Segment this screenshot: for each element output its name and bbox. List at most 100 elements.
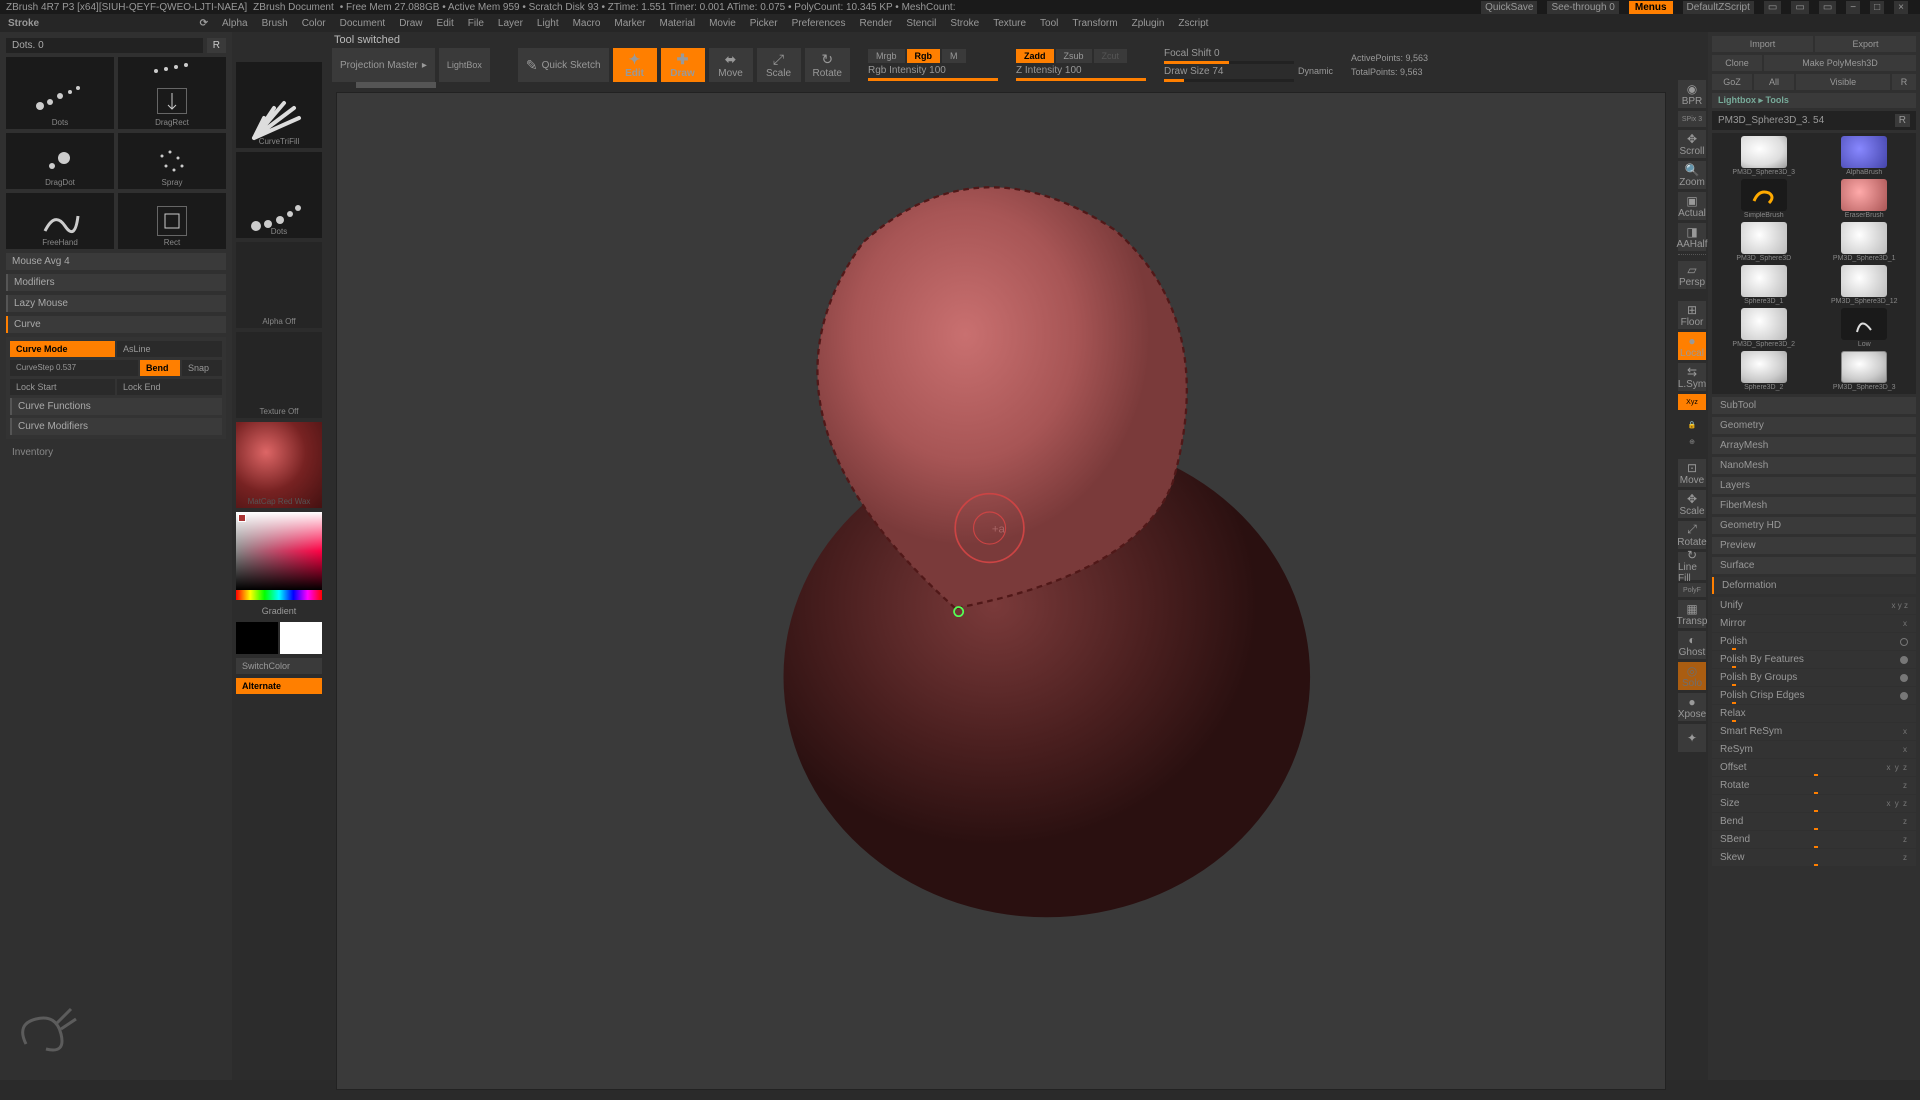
scale-button[interactable]: ⤢Scale xyxy=(757,48,801,82)
snap-button[interactable]: Snap xyxy=(182,360,222,376)
dynamic-label[interactable]: Dynamic xyxy=(1298,66,1333,76)
actual-button[interactable]: ▣Actual xyxy=(1678,192,1706,220)
menu-item[interactable]: Zscript xyxy=(1178,18,1208,29)
solo-button[interactable]: ●Xpose xyxy=(1678,693,1706,721)
deform-polish-crisp[interactable]: Polish Crisp Edges xyxy=(1712,687,1916,704)
goz-visible-button[interactable]: Visible xyxy=(1796,74,1890,90)
menu-item[interactable]: Alpha xyxy=(222,18,248,29)
stroke-dots[interactable]: Dots xyxy=(6,57,114,129)
menu-item[interactable]: Stroke xyxy=(950,18,979,29)
preview-section[interactable]: Preview xyxy=(1712,537,1916,554)
stroke-dragrect[interactable]: DragRect xyxy=(118,57,226,129)
tool-item[interactable]: PM3D_Sphere3D_1 xyxy=(1816,222,1914,262)
deform-size[interactable]: Sizex y z xyxy=(1712,795,1916,812)
brush-preview[interactable]: CurveTriFill xyxy=(236,62,322,148)
menu-item[interactable]: Texture xyxy=(993,18,1026,29)
aahalf-button[interactable]: ◨AAHalf xyxy=(1678,223,1706,251)
deform-rotate[interactable]: Rotatez xyxy=(1712,777,1916,794)
zoom-button[interactable]: 🔍Zoom xyxy=(1678,161,1706,189)
import-button[interactable]: Import xyxy=(1712,36,1813,52)
rgb-intensity-slider[interactable]: Rgb Intensity 100 xyxy=(868,65,998,81)
stroke-rect[interactable]: Rect xyxy=(118,193,226,249)
spix-slider[interactable]: SPix 3 xyxy=(1678,111,1706,127)
linefill-button[interactable]: PolyF xyxy=(1678,583,1706,597)
frame-button[interactable]: ⊡Move xyxy=(1678,459,1706,487)
menu-item[interactable]: Brush xyxy=(262,18,288,29)
menu-item[interactable]: Transform xyxy=(1072,18,1117,29)
lazy-mouse-section[interactable]: Lazy Mouse xyxy=(6,295,226,312)
deform-skew[interactable]: Skewz xyxy=(1712,849,1916,866)
stroke-r-button[interactable]: R xyxy=(207,38,226,53)
default-zscript[interactable]: DefaultZScript xyxy=(1683,1,1754,14)
xpose-button[interactable]: ✦ xyxy=(1678,724,1706,752)
tool-item[interactable]: Low xyxy=(1816,308,1914,348)
inventory-section[interactable]: Inventory xyxy=(6,443,226,462)
viewport-canvas[interactable]: +a xyxy=(336,92,1666,1090)
tool-item[interactable]: Sphere3D_2 xyxy=(1715,351,1813,391)
transp-button[interactable]: ◐Ghost xyxy=(1678,631,1706,659)
curve-functions-section[interactable]: Curve Functions xyxy=(10,398,222,415)
zadd-button[interactable]: Zadd xyxy=(1016,49,1054,63)
seethrough-slider[interactable]: See-through 0 xyxy=(1547,1,1618,14)
switch-color-button[interactable]: SwitchColor xyxy=(236,658,322,674)
texture-preview[interactable]: Texture Off xyxy=(236,332,322,418)
layers-section[interactable]: Layers xyxy=(1712,477,1916,494)
tool-item[interactable]: AlphaBrush xyxy=(1816,136,1914,176)
window-icon[interactable]: ▭ xyxy=(1791,1,1808,14)
close-icon[interactable]: × xyxy=(1894,1,1908,14)
menu-item[interactable]: Color xyxy=(302,18,326,29)
lightbox-tools-header[interactable]: Lightbox ▸ Tools xyxy=(1712,93,1916,108)
swatch-white[interactable] xyxy=(280,622,322,654)
menu-item[interactable]: Preferences xyxy=(792,18,846,29)
vp-scale-button[interactable]: ⤢Rotate xyxy=(1678,521,1706,549)
m-button[interactable]: M xyxy=(942,49,966,63)
window-icon[interactable]: ▭ xyxy=(1819,1,1836,14)
deform-polish-features[interactable]: Polish By Features xyxy=(1712,651,1916,668)
mouse-avg-slider[interactable]: Mouse Avg 4 xyxy=(6,253,226,270)
geometry-hd-section[interactable]: Geometry HD xyxy=(1712,517,1916,534)
tool-item[interactable]: PM3D_Sphere3D_3 xyxy=(1816,351,1914,391)
menu-item[interactable]: Draw xyxy=(399,18,422,29)
zsub-button[interactable]: Zsub xyxy=(1056,49,1092,63)
z-intensity-slider[interactable]: Z Intensity 100 xyxy=(1016,65,1146,81)
material-preview[interactable]: MatCap Red Wax xyxy=(236,422,322,508)
stroke-curve-label[interactable]: Dots. 0 xyxy=(6,38,203,53)
current-tool-name[interactable]: PM3D_Sphere3D_3. 54 R xyxy=(1712,111,1916,130)
scroll-indicator[interactable] xyxy=(356,82,436,88)
alpha-preview[interactable]: Alpha Off xyxy=(236,242,322,328)
modifiers-section[interactable]: Modifiers xyxy=(6,274,226,291)
menus-button[interactable]: Menus xyxy=(1629,1,1673,14)
menu-item[interactable]: Macro xyxy=(573,18,601,29)
tool-item[interactable]: PM3D_Sphere3D xyxy=(1715,222,1813,262)
persp-button[interactable]: ▱Persp xyxy=(1678,261,1706,289)
subtool-section[interactable]: SubTool xyxy=(1712,397,1916,414)
menu-item[interactable]: File xyxy=(468,18,484,29)
tool-item[interactable]: Sphere3D_1 xyxy=(1715,265,1813,305)
color-picker[interactable] xyxy=(236,512,322,600)
draw-size-slider[interactable]: Draw Size 74 xyxy=(1164,66,1294,82)
fibermesh-section[interactable]: FiberMesh xyxy=(1712,497,1916,514)
menu-item[interactable]: Render xyxy=(860,18,893,29)
bpr-button[interactable]: ◉BPR xyxy=(1678,80,1706,108)
deform-polish-groups[interactable]: Polish By Groups xyxy=(1712,669,1916,686)
window-icon[interactable]: ▭ xyxy=(1764,1,1781,14)
tool-item[interactable]: PM3D_Sphere3D_3 xyxy=(1715,136,1813,176)
reload-icon[interactable]: ⟳ xyxy=(200,18,208,29)
rgb-button[interactable]: Rgb xyxy=(907,49,941,63)
lock-start-button[interactable]: Lock Start xyxy=(10,379,115,395)
vp-move-button[interactable]: ✥Scale xyxy=(1678,490,1706,518)
geometry-section[interactable]: Geometry xyxy=(1712,417,1916,434)
projection-master-button[interactable]: Projection Master▸ xyxy=(332,48,435,82)
tool-item[interactable]: PM3D_Sphere3D_2 xyxy=(1715,308,1813,348)
tool-item[interactable]: EraserBrush xyxy=(1816,179,1914,219)
deform-resym[interactable]: ReSymx xyxy=(1712,741,1916,758)
menu-item[interactable]: Zplugin xyxy=(1132,18,1165,29)
goz-r-button[interactable]: R xyxy=(1892,74,1916,90)
stroke-spray[interactable]: Spray xyxy=(118,133,226,189)
mrgb-button[interactable]: Mrgb xyxy=(868,49,905,63)
ghost-button[interactable]: ◎Solo xyxy=(1678,662,1706,690)
tool-item[interactable]: SimpleBrush xyxy=(1715,179,1813,219)
menu-item[interactable]: Stencil xyxy=(906,18,936,29)
cam-lock-icon[interactable]: 🔒 xyxy=(1678,418,1706,432)
scroll-button[interactable]: ✥Scroll xyxy=(1678,130,1706,158)
